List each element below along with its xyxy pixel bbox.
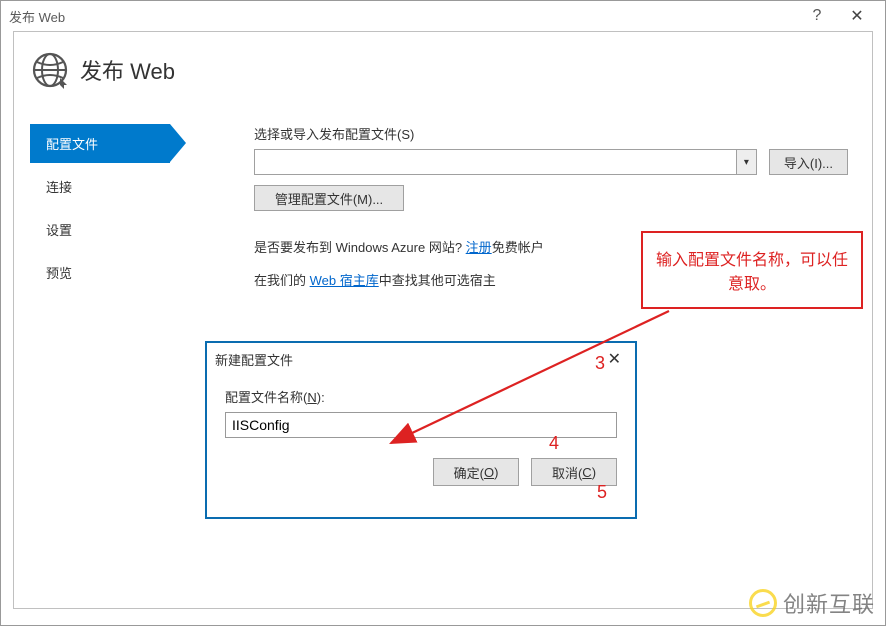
webhost-link[interactable]: Web 宿主库 <box>310 273 379 288</box>
ok-button[interactable]: 确定(O) <box>433 458 519 486</box>
profile-combo-input[interactable] <box>255 150 736 174</box>
watermark-logo-icon <box>749 589 777 617</box>
sidebar: 配置文件 连接 设置 预览 <box>14 124 214 296</box>
tab-settings[interactable]: 设置 <box>30 210 214 249</box>
import-button[interactable]: 导入(I)... <box>769 149 848 175</box>
annotation-3: 3 <box>595 353 605 374</box>
close-icon[interactable]: ✕ <box>837 6 877 26</box>
profile-combo[interactable]: ▾ <box>254 149 757 175</box>
globe-icon <box>30 50 70 90</box>
chevron-down-icon[interactable]: ▾ <box>736 150 756 174</box>
host-hint-suffix: 中查找其他可选宿主 <box>379 273 496 288</box>
annotation-5: 5 <box>597 482 607 503</box>
azure-hint-prefix: 是否要发布到 Windows Azure 网站? <box>254 240 466 255</box>
profile-name-label: 配置文件名称(N): <box>225 387 617 406</box>
tab-connection[interactable]: 连接 <box>30 167 214 206</box>
watermark: 创新互联 <box>749 587 875 619</box>
tab-profile[interactable]: 配置文件 <box>30 124 170 163</box>
main-frame: 发布 Web 配置文件 连接 设置 预览 选择或导入发布配置文件(S) ▾ 导入… <box>13 31 873 609</box>
annotation-callout: 输入配置文件名称，可以任意取。 <box>641 231 863 309</box>
azure-hint-suffix: 免费帐户 <box>492 240 544 255</box>
window-title: 发布 Web <box>9 7 797 26</box>
watermark-text: 创新互联 <box>783 587 875 619</box>
select-profile-label: 选择或导入发布配置文件(S) <box>254 124 848 143</box>
manage-profiles-button[interactable]: 管理配置文件(M)... <box>254 185 404 211</box>
new-profile-dialog: 新建配置文件 ✕ 配置文件名称(N): 确定(O) 取消(C) <box>205 341 637 519</box>
annotation-4: 4 <box>549 433 559 454</box>
dialog-close-icon[interactable]: ✕ <box>602 349 627 369</box>
tab-preview[interactable]: 预览 <box>30 253 214 292</box>
dialog-title: 新建配置文件 <box>215 350 293 369</box>
help-icon[interactable]: ? <box>797 7 837 25</box>
host-hint-prefix: 在我们的 <box>254 273 310 288</box>
page-title: 发布 Web <box>80 54 175 86</box>
register-link[interactable]: 注册 <box>466 240 492 255</box>
